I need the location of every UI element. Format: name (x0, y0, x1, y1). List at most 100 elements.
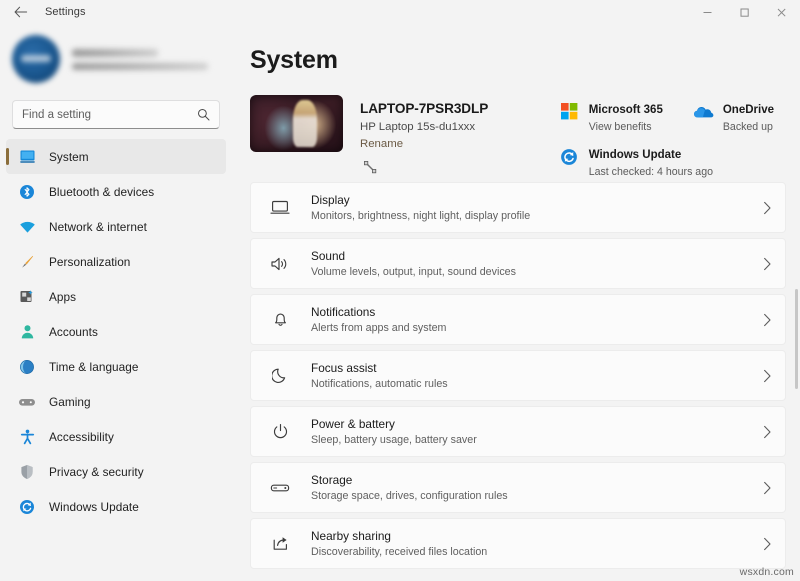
settings-list: Display Monitors, brightness, night ligh… (250, 182, 786, 569)
monitor-icon (16, 146, 38, 168)
sidebar-item-gaming[interactable]: Gaming (6, 384, 226, 419)
rename-link[interactable]: Rename (360, 138, 488, 150)
onedrive-cloud-icon (693, 101, 714, 122)
sidebar-item-network-internet[interactable]: Network & internet (6, 209, 226, 244)
settings-row-subtitle: Discoverability, received files location (311, 545, 487, 559)
settings-row-focus-assist[interactable]: Focus assist Notifications, automatic ru… (250, 350, 786, 401)
maximize-icon (739, 7, 750, 18)
bell-icon (267, 311, 293, 328)
sidebar-item-label: Apps (49, 290, 76, 304)
status-card-microsoft-365[interactable]: Microsoft 365 View benefits (559, 100, 663, 134)
settings-row-title: Notifications (311, 305, 446, 320)
chevron-right-icon (763, 425, 772, 439)
account-name-redacted (72, 49, 158, 57)
chevron-right-icon (763, 201, 772, 215)
search-icon (197, 108, 210, 121)
account-header[interactable] (0, 28, 232, 90)
sidebar-item-windows-update[interactable]: Windows Update (6, 489, 226, 524)
window-controls (689, 0, 800, 24)
settings-row-nearby-sharing[interactable]: Nearby sharing Discoverability, received… (250, 518, 786, 569)
status-card-subtitle: Backed up (723, 120, 774, 134)
settings-row-subtitle: Monitors, brightness, night light, displ… (311, 209, 530, 223)
minimize-button[interactable] (689, 0, 726, 24)
update-refresh-icon (559, 146, 580, 167)
microsoft-logo-icon (559, 101, 580, 122)
minimize-icon (702, 7, 713, 18)
status-card-title: Microsoft 365 (589, 104, 663, 116)
sidebar-item-label: System (49, 150, 89, 164)
status-card-subtitle: Last checked: 4 hours ago (589, 165, 713, 179)
shield-icon (16, 461, 38, 483)
sidebar-item-label: Bluetooth & devices (49, 185, 154, 199)
moon-icon (267, 367, 293, 384)
device-model: HP Laptop 15s-du1xxx (360, 121, 488, 133)
scrollbar-thumb[interactable] (795, 289, 798, 389)
settings-window: Settings (0, 0, 800, 581)
clock-globe-icon (16, 356, 38, 378)
chevron-right-icon (763, 481, 772, 495)
chevron-right-icon (763, 313, 772, 327)
search-input[interactable] (22, 109, 197, 121)
status-card-title: OneDrive (723, 104, 774, 116)
apps-icon (16, 286, 38, 308)
page-title: System (250, 46, 786, 75)
window-body: System Bluetooth & devices (0, 24, 800, 581)
power-icon (267, 423, 293, 440)
status-card-windows-update[interactable]: Windows Update Last checked: 4 hours ago (559, 145, 713, 179)
content-scrollbar[interactable] (795, 174, 798, 544)
display-monitor-icon (267, 200, 293, 215)
sidebar-nav: System Bluetooth & devices (0, 139, 232, 524)
settings-row-title: Focus assist (311, 361, 448, 376)
settings-row-title: Storage (311, 473, 508, 488)
settings-row-subtitle: Volume levels, output, input, sound devi… (311, 265, 516, 279)
sidebar-item-label: Privacy & security (49, 465, 144, 479)
status-card-subtitle: View benefits (589, 120, 663, 134)
sidebar-item-accessibility[interactable]: Accessibility (6, 419, 226, 454)
search-box[interactable] (12, 100, 220, 129)
device-hero: LAPTOP-7PSR3DLP HP Laptop 15s-du1xxx Ren… (250, 95, 786, 169)
sidebar-item-bluetooth-devices[interactable]: Bluetooth & devices (6, 174, 226, 209)
sidebar-item-system[interactable]: System (6, 139, 226, 174)
chevron-right-icon (763, 369, 772, 383)
settings-row-title: Power & battery (311, 417, 477, 432)
person-icon (16, 321, 38, 343)
settings-row-subtitle: Sleep, battery usage, battery saver (311, 433, 477, 447)
paintbrush-icon (16, 251, 38, 273)
settings-row-display[interactable]: Display Monitors, brightness, night ligh… (250, 182, 786, 233)
back-button[interactable] (6, 1, 36, 23)
status-cards: Microsoft 365 View benefits (559, 95, 786, 169)
maximize-button[interactable] (726, 0, 763, 24)
gamepad-icon (16, 391, 38, 413)
settings-row-notifications[interactable]: Notifications Alerts from apps and syste… (250, 294, 786, 345)
update-refresh-icon (16, 496, 38, 518)
bluetooth-icon (16, 181, 38, 203)
settings-row-subtitle: Notifications, automatic rules (311, 377, 448, 391)
sidebar-item-label: Network & internet (49, 220, 147, 234)
sidebar-item-label: Accessibility (49, 430, 114, 444)
sidebar-item-label: Windows Update (49, 500, 139, 514)
sidebar-item-label: Accounts (49, 325, 98, 339)
avatar (12, 35, 60, 83)
settings-row-title: Nearby sharing (311, 529, 487, 544)
sidebar-item-apps[interactable]: Apps (6, 279, 226, 314)
settings-row-power-battery[interactable]: Power & battery Sleep, battery usage, ba… (250, 406, 786, 457)
sidebar-item-personalization[interactable]: Personalization (6, 244, 226, 279)
chevron-right-icon (763, 537, 772, 551)
sidebar-item-privacy-security[interactable]: Privacy & security (6, 454, 226, 489)
close-button[interactable] (763, 0, 800, 24)
window-title: Settings (45, 6, 86, 18)
device-summary: LAPTOP-7PSR3DLP HP Laptop 15s-du1xxx Ren… (250, 95, 488, 169)
sidebar-item-label: Personalization (49, 255, 130, 269)
content-area: System LAPTOP-7PSR3DLP HP Laptop 15s-du1… (232, 24, 800, 581)
settings-row-sound[interactable]: Sound Volume levels, output, input, soun… (250, 238, 786, 289)
status-card-row-top: Microsoft 365 View benefits (559, 100, 774, 134)
status-card-onedrive[interactable]: OneDrive Backed up (693, 100, 774, 134)
accessibility-icon (16, 426, 38, 448)
device-info: LAPTOP-7PSR3DLP HP Laptop 15s-du1xxx Ren… (360, 95, 488, 169)
sidebar-item-label: Gaming (49, 395, 91, 409)
settings-row-storage[interactable]: Storage Storage space, drives, configura… (250, 462, 786, 513)
back-arrow-icon (14, 6, 28, 18)
sidebar-item-time-language[interactable]: Time & language (6, 349, 226, 384)
share-icon (267, 535, 293, 552)
sidebar-item-accounts[interactable]: Accounts (6, 314, 226, 349)
